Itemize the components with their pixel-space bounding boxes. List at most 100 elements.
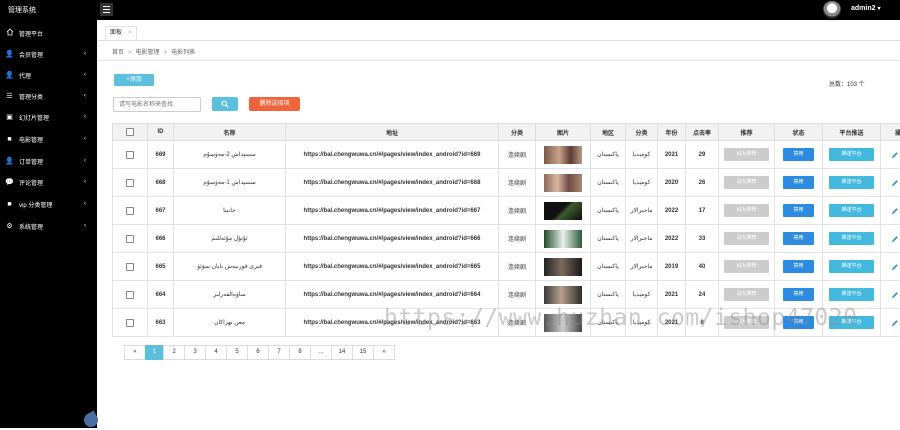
breadcrumb-separator: > <box>128 50 132 56</box>
sidebar-item-system[interactable]: ⚙ 系统管理 ‹ <box>0 218 97 234</box>
status-button[interactable]: 禁用 <box>783 204 814 217</box>
cell-name: جانىنا <box>174 197 286 225</box>
tab-label: 面板 <box>110 30 122 36</box>
edit-icon[interactable] <box>891 151 899 159</box>
sidebar-item-movies[interactable]: ■ 电影管理 ‹ <box>0 131 97 147</box>
page-button-active[interactable]: 1 <box>145 345 164 360</box>
recommend-button[interactable]: 设为推荐 <box>724 148 769 161</box>
user-icon: 👤 <box>5 71 14 79</box>
page-prev-button[interactable]: « <box>124 345 146 360</box>
page-button[interactable]: 5 <box>226 345 248 360</box>
movie-thumbnail <box>544 146 582 164</box>
sidebar-item-categories[interactable]: ☰ 管理分类 ‹ <box>0 88 97 104</box>
tab-panel[interactable]: 面板 × <box>105 26 137 40</box>
edit-icon[interactable] <box>891 235 899 243</box>
edit-icon[interactable] <box>891 291 899 299</box>
sidebar-item-dashboard[interactable]: 管理平台 <box>0 25 97 41</box>
page-button[interactable]: 4 <box>205 345 227 360</box>
table-row: 668 سىنىپداش 1-مەۋسۇم https://bal.chengw… <box>113 169 900 197</box>
status-button[interactable]: 禁用 <box>783 232 814 245</box>
sidebar-item-comments[interactable]: 💬 评论管理 ‹ <box>0 174 97 190</box>
sidebar-item-agents[interactable]: 👤 代理 ‹ <box>0 67 97 83</box>
menu-toggle-icon[interactable] <box>100 3 113 16</box>
user-menu[interactable]: admin2▾ <box>851 5 881 12</box>
push-button[interactable]: 推送平台 <box>829 232 874 245</box>
sidebar-item-orders[interactable]: 👤 订单管理 ‹ <box>0 153 97 169</box>
close-icon[interactable]: × <box>128 30 132 36</box>
recommend-button[interactable]: 设为推荐 <box>724 232 769 245</box>
sidebar-item-members[interactable]: 👤 会员管理 ‹ <box>0 46 97 62</box>
cell-name: سىنىپداش 2-مەۋسۇم <box>174 141 286 169</box>
table-row: 666 ئۇتۇل مۇئەللىم https://bal.chengwuwa… <box>113 225 900 253</box>
cell-region: پاكىستان <box>591 197 626 225</box>
status-button[interactable]: 禁用 <box>783 260 814 273</box>
page-button[interactable]: 3 <box>184 345 206 360</box>
page-button[interactable]: 14 <box>331 345 353 360</box>
column-header: 推荐 <box>719 124 775 141</box>
push-button[interactable]: 推送平台 <box>829 176 874 189</box>
recommend-button[interactable]: 设为推荐 <box>724 288 769 301</box>
push-button[interactable]: 推送平台 <box>829 260 874 273</box>
movie-thumbnail <box>544 202 582 220</box>
column-header: 点击率 <box>686 124 719 141</box>
breadcrumb-movies[interactable]: 电影管理 <box>136 50 160 56</box>
caret-down-icon: ▾ <box>878 6 881 12</box>
chevron-left-icon: ‹ <box>84 114 86 120</box>
cell-category: 连续剧 <box>499 225 536 253</box>
row-checkbox[interactable] <box>126 263 134 271</box>
cell-clicks: 26 <box>686 169 719 197</box>
page-button[interactable]: 7 <box>268 345 290 360</box>
push-button[interactable]: 推送平台 <box>829 204 874 217</box>
avatar[interactable] <box>823 1 841 19</box>
cell-name: ئۇتۇل مۇئەللىم <box>174 225 286 253</box>
image-icon: ▣ <box>5 113 14 121</box>
recommend-button[interactable]: 设为推荐 <box>724 204 769 217</box>
status-button[interactable]: 禁用 <box>783 148 814 161</box>
breadcrumb-home[interactable]: 首页 <box>112 50 124 56</box>
edit-icon[interactable] <box>891 207 899 215</box>
add-button[interactable]: +添加 <box>114 74 154 86</box>
recommend-button[interactable]: 设为推荐 <box>724 176 769 189</box>
cell-year: 2021 <box>658 141 686 169</box>
sidebar-item-label: vip 分类管理 <box>19 200 52 209</box>
row-checkbox[interactable] <box>126 291 134 299</box>
sidebar-item-label: 代理 <box>19 71 31 80</box>
row-checkbox[interactable] <box>126 235 134 243</box>
column-header: 操作 <box>881 124 900 141</box>
row-checkbox[interactable] <box>126 151 134 159</box>
cell-url: https://bal.chengwuwa.cn/#/pages/view/in… <box>286 225 499 253</box>
sidebar-item-vip-categories[interactable]: ■ vip 分类管理 ‹ <box>0 196 97 212</box>
cell-genre: كومېديا <box>626 141 658 169</box>
status-button[interactable]: 禁用 <box>783 288 814 301</box>
search-button[interactable] <box>212 97 238 111</box>
page-button[interactable]: 2 <box>163 345 185 360</box>
cell-category: 连续剧 <box>499 253 536 281</box>
row-checkbox[interactable] <box>126 179 134 187</box>
push-button[interactable]: 推送平台 <box>829 148 874 161</box>
select-all-checkbox[interactable] <box>126 128 134 136</box>
row-checkbox[interactable] <box>126 319 134 327</box>
edit-icon[interactable] <box>891 263 899 271</box>
page-button[interactable]: 15 <box>352 345 374 360</box>
cell-url: https://bal.chengwuwa.cn/#/pages/view/in… <box>286 169 499 197</box>
edit-icon[interactable] <box>891 319 899 327</box>
delete-selected-button[interactable]: 删除选择项 <box>249 97 300 111</box>
row-checkbox[interactable] <box>126 207 134 215</box>
search-input[interactable] <box>113 97 201 112</box>
cell-id: 663 <box>148 309 174 337</box>
column-header: 分类 <box>499 124 536 141</box>
cell-category: 连续剧 <box>499 169 536 197</box>
column-header: ID <box>148 124 174 141</box>
edit-icon[interactable] <box>891 179 899 187</box>
sidebar-item-slides[interactable]: ▣ 幻灯片管理 ‹ <box>0 109 97 125</box>
sidebar-item-label: 系统管理 <box>19 222 43 231</box>
page-button[interactable]: 8 <box>289 345 311 360</box>
chevron-left-icon: ‹ <box>84 72 86 78</box>
status-button[interactable]: 禁用 <box>783 176 814 189</box>
push-button[interactable]: 推送平台 <box>829 288 874 301</box>
table-row: 667 جانىنا https://bal.chengwuwa.cn/#/pa… <box>113 197 900 225</box>
cell-name: معن نهزاكان <box>174 309 286 337</box>
page-button[interactable]: 6 <box>247 345 269 360</box>
page-next-button[interactable]: » <box>373 345 395 360</box>
recommend-button[interactable]: 设为推荐 <box>724 260 769 273</box>
